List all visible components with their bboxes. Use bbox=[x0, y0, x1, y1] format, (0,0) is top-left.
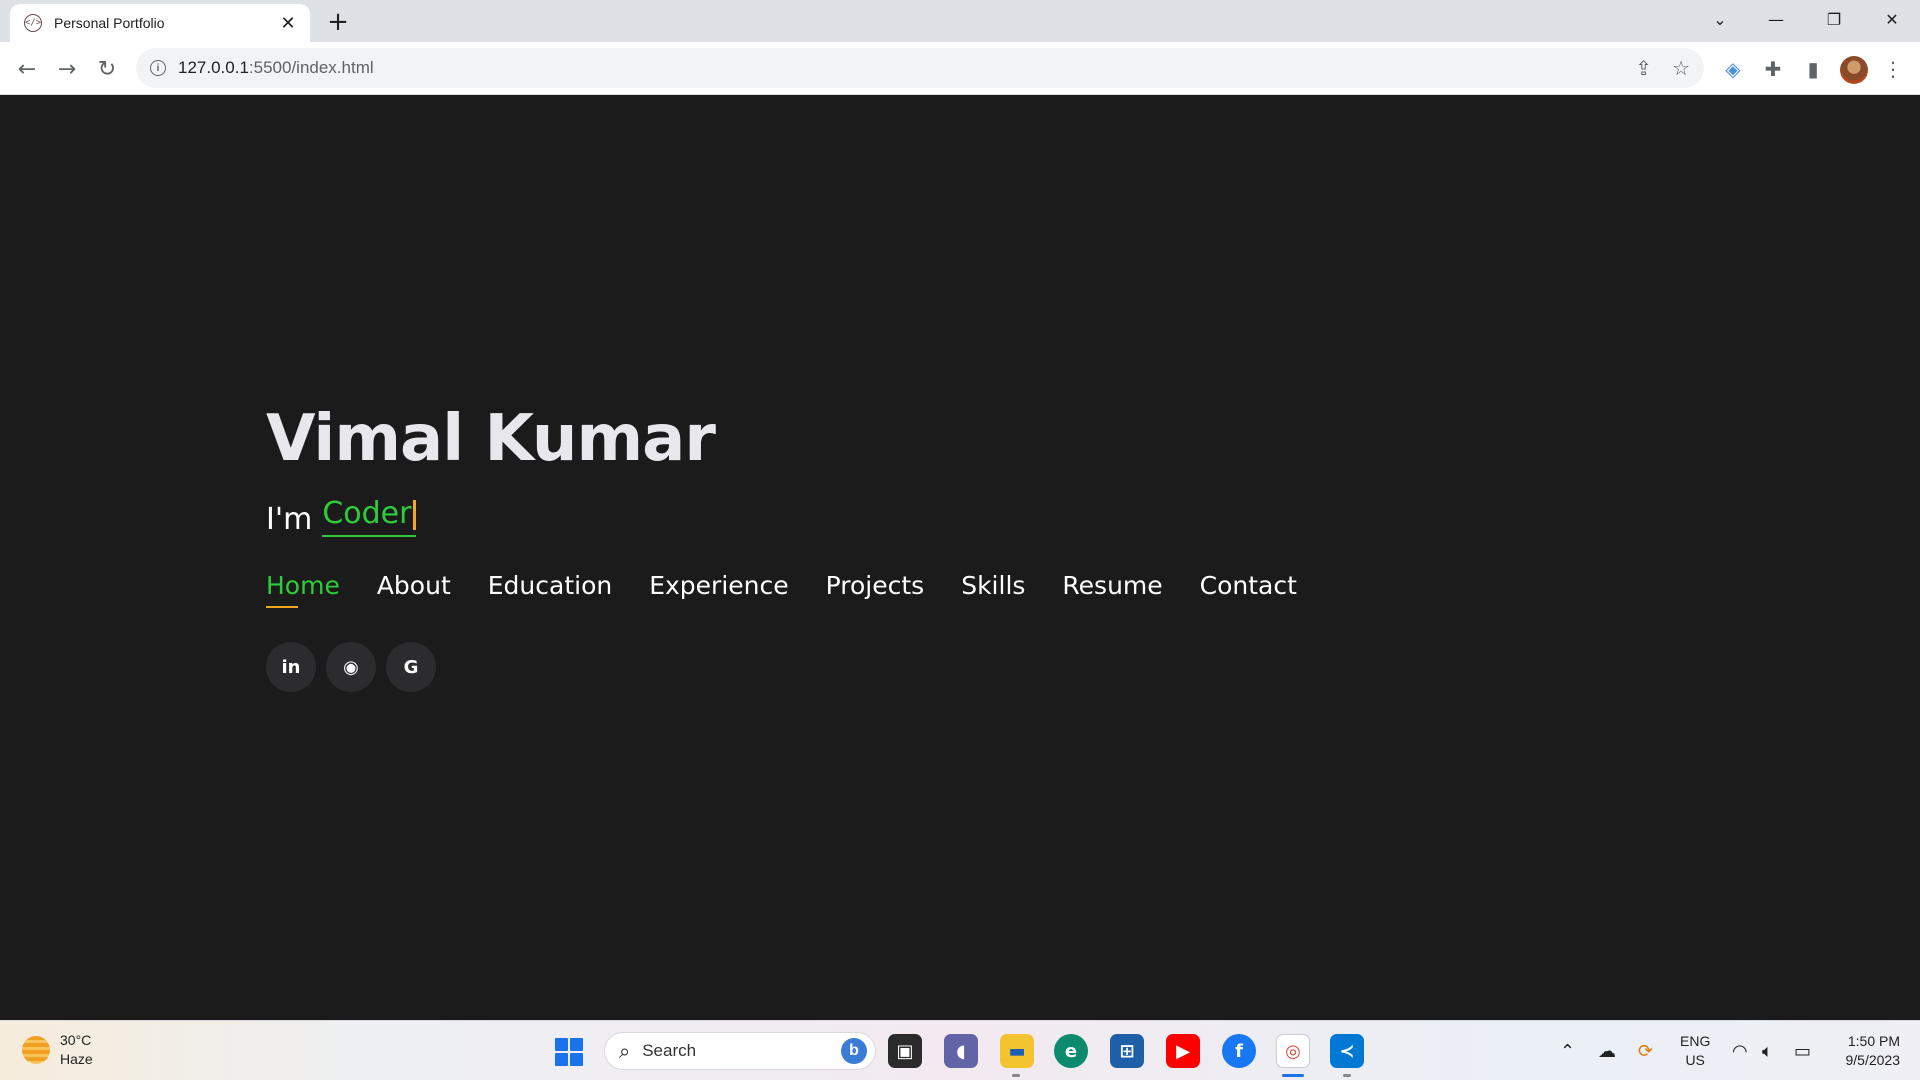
file-explorer-icon[interactable]: ▬ bbox=[1000, 1034, 1034, 1068]
browser-tab[interactable]: </> Personal Portfolio ✕ bbox=[10, 4, 310, 42]
sync-icon[interactable]: ⟳ bbox=[1638, 1021, 1653, 1080]
google-icon[interactable]: G bbox=[386, 642, 436, 692]
tab-search-icon[interactable]: ⌄ bbox=[1692, 0, 1748, 38]
search-icon: ⌕ bbox=[619, 1039, 631, 1063]
code-favicon-icon: </> bbox=[24, 14, 42, 32]
close-tab-icon[interactable]: ✕ bbox=[278, 13, 298, 33]
menu-kebab-icon[interactable]: ⋮ bbox=[1878, 54, 1908, 84]
tab-title: Personal Portfolio bbox=[54, 15, 165, 31]
weather-condition: Haze bbox=[60, 1051, 93, 1067]
back-icon[interactable]: ← bbox=[12, 54, 42, 84]
restore-button[interactable]: ❐ bbox=[1806, 0, 1862, 38]
clock-date: 9/5/2023 bbox=[1845, 1052, 1901, 1068]
browser-toolbar: ← → ↻ i 127.0.0.1:5500/index.html ⇪ ☆ ◈ … bbox=[0, 42, 1920, 95]
wifi-icon[interactable]: ◠ bbox=[1732, 1021, 1748, 1080]
onedrive-cloud-icon[interactable]: ☁ bbox=[1598, 1021, 1616, 1080]
tab-strip: </> Personal Portfolio ✕ + ⌄ — ❐ ✕ bbox=[0, 0, 1920, 42]
extension-drop-icon[interactable]: ◈ bbox=[1718, 54, 1748, 84]
battery-icon[interactable]: ▭ bbox=[1794, 1021, 1811, 1080]
hero-name: Vimal Kumar bbox=[266, 402, 716, 476]
github-icon[interactable]: ◉ bbox=[326, 642, 376, 692]
forward-icon[interactable]: → bbox=[52, 54, 82, 84]
os-taskbar: 30°C Haze ⌕ Search b ▣ ◖ ▬ e ⊞ ▶ f ◎ ≺ ⌃… bbox=[0, 1020, 1920, 1080]
facebook-icon[interactable]: f bbox=[1222, 1034, 1256, 1068]
portfolio-page: Vimal Kumar I'm Coder Home About Educati… bbox=[0, 96, 1920, 1020]
vscode-indicator bbox=[1343, 1074, 1351, 1077]
typing-cursor bbox=[413, 499, 417, 530]
linkedin-icon[interactable]: in bbox=[266, 642, 316, 692]
profile-avatar[interactable] bbox=[1840, 56, 1868, 84]
teams-chat-icon[interactable]: ◖ bbox=[944, 1034, 978, 1068]
share-icon[interactable]: ⇪ bbox=[1635, 56, 1652, 80]
edge-browser-icon[interactable]: e bbox=[1054, 1034, 1088, 1068]
close-window-button[interactable]: ✕ bbox=[1864, 0, 1920, 38]
vscode-icon[interactable]: ≺ bbox=[1330, 1034, 1364, 1068]
file-explorer-indicator bbox=[1012, 1074, 1020, 1077]
social-links: in ◉ G bbox=[266, 642, 1297, 692]
taskbar-search[interactable]: ⌕ Search b bbox=[604, 1032, 876, 1070]
chrome-icon[interactable]: ◎ bbox=[1276, 1034, 1310, 1068]
extensions-puzzle-icon[interactable]: ✚ bbox=[1758, 54, 1788, 84]
site-info-icon[interactable]: i bbox=[150, 60, 166, 76]
hero-tagline: I'm Coder bbox=[266, 496, 1297, 537]
nav-education[interactable]: Education bbox=[488, 571, 612, 608]
nav-about[interactable]: About bbox=[377, 571, 451, 608]
weather-widget[interactable]: 30°C Haze bbox=[22, 1031, 93, 1069]
url-text[interactable]: 127.0.0.1:5500/index.html bbox=[178, 58, 374, 78]
chrome-active-indicator bbox=[1282, 1074, 1304, 1077]
minimize-button[interactable]: — bbox=[1748, 0, 1804, 38]
search-label: Search bbox=[642, 1041, 697, 1060]
task-view-icon[interactable]: ▣ bbox=[888, 1034, 922, 1068]
clock[interactable]: 1:50 PM 9/5/2023 bbox=[1830, 1032, 1901, 1070]
reload-icon[interactable]: ↻ bbox=[92, 54, 122, 84]
language-indicator[interactable]: ENG US bbox=[1680, 1032, 1710, 1070]
hero-section: Vimal Kumar I'm Coder Home About Educati… bbox=[266, 402, 1297, 692]
show-hidden-icons-chevron-icon[interactable]: ⌃ bbox=[1560, 1021, 1575, 1080]
address-bar[interactable]: i 127.0.0.1:5500/index.html ⇪ ☆ bbox=[136, 48, 1704, 88]
typed-role: Coder bbox=[322, 496, 417, 537]
nav-skills[interactable]: Skills bbox=[961, 571, 1025, 608]
volume-icon[interactable]: 🔈︎ bbox=[1762, 1021, 1773, 1080]
haze-sun-icon bbox=[22, 1036, 50, 1064]
main-nav: Home About Education Experience Projects… bbox=[266, 571, 1297, 608]
clock-time: 1:50 PM bbox=[1847, 1033, 1900, 1049]
nav-experience[interactable]: Experience bbox=[649, 571, 788, 608]
side-panel-icon[interactable]: ▮ bbox=[1798, 54, 1828, 84]
new-tab-button[interactable]: + bbox=[324, 7, 352, 37]
nav-projects[interactable]: Projects bbox=[826, 571, 925, 608]
nav-resume[interactable]: Resume bbox=[1062, 571, 1162, 608]
ms-store-icon[interactable]: ⊞ bbox=[1110, 1034, 1144, 1068]
bing-icon[interactable]: b bbox=[841, 1038, 867, 1064]
weather-temperature: 30°C bbox=[60, 1032, 92, 1048]
windows-start-icon[interactable] bbox=[555, 1038, 583, 1066]
nav-contact[interactable]: Contact bbox=[1200, 571, 1297, 608]
youtube-icon[interactable]: ▶ bbox=[1166, 1034, 1200, 1068]
bookmark-star-icon[interactable]: ☆ bbox=[1672, 56, 1690, 80]
nav-home[interactable]: Home bbox=[266, 571, 340, 608]
hero-intro: I'm bbox=[266, 502, 313, 537]
